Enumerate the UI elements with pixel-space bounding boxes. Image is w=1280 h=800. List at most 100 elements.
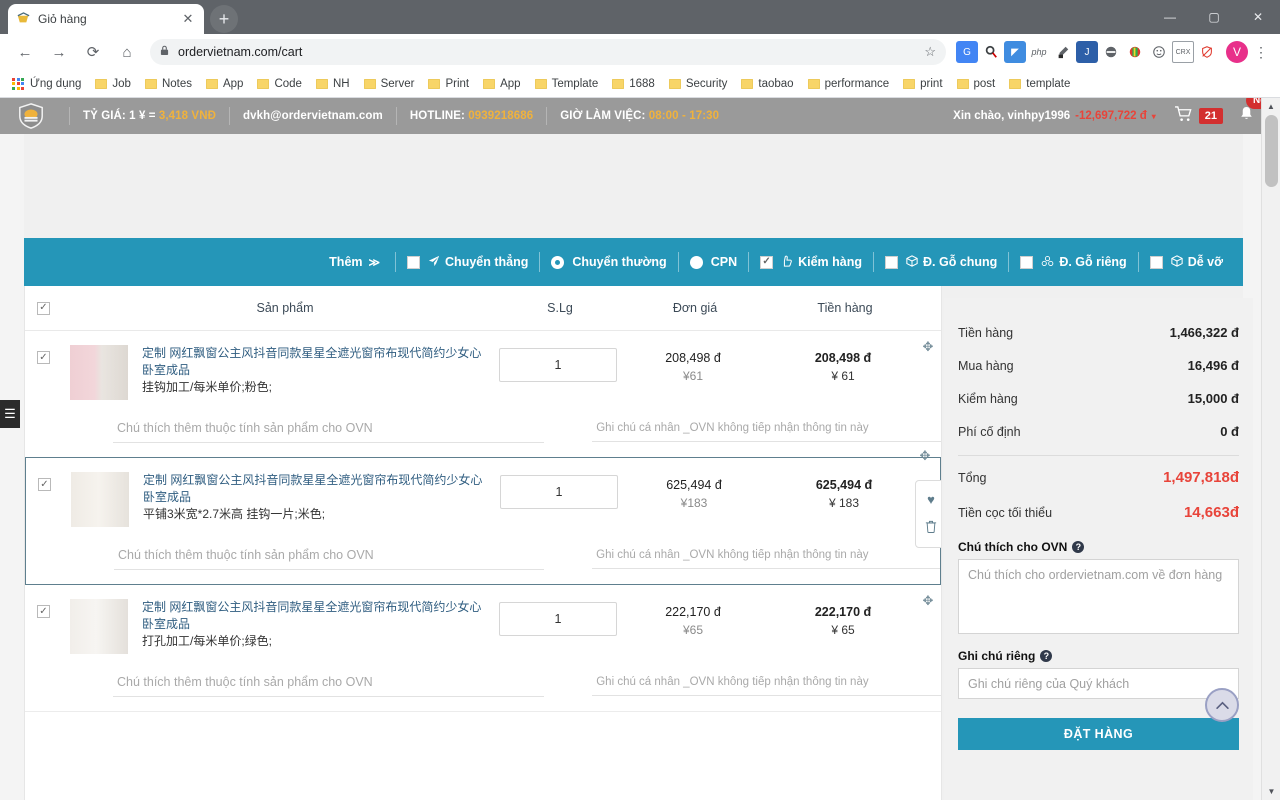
back-icon[interactable]: ←	[11, 38, 39, 66]
window-close-icon[interactable]: ✕	[1236, 0, 1280, 34]
search-lens-icon[interactable]	[980, 41, 1002, 63]
minimize-icon[interactable]: —	[1148, 0, 1192, 34]
scroll-down-icon[interactable]: ▼	[1262, 783, 1280, 800]
browser-menu-icon[interactable]: ⋮	[1250, 44, 1272, 61]
home-icon[interactable]: ⌂	[113, 38, 141, 66]
bookmark-app-2[interactable]: App	[477, 76, 526, 92]
ovn-note-input[interactable]	[113, 672, 545, 697]
bookmark-post[interactable]: post	[951, 76, 1002, 92]
private-note-input[interactable]	[592, 546, 940, 569]
white-curtain-thumbnail[interactable]	[71, 472, 129, 527]
ship-option-cpn[interactable]: CPN	[689, 255, 737, 269]
ship-option-kiem-hang[interactable]: ✓ Kiểm hàng	[760, 255, 862, 270]
maximize-icon[interactable]: ▢	[1192, 0, 1236, 34]
grammarly-icon[interactable]: ◤	[1004, 41, 1026, 63]
crx-icon[interactable]: CRX	[1172, 41, 1194, 63]
ship-option-de-vo[interactable]: Dễ vỡ	[1149, 254, 1223, 270]
checkbox[interactable]	[1149, 255, 1163, 269]
adblock-icon[interactable]	[1100, 41, 1122, 63]
ovn-note-input[interactable]	[114, 545, 545, 570]
emoji-icon[interactable]	[1148, 41, 1170, 63]
bookmark-apps[interactable]: Ứng dụng	[6, 76, 87, 92]
bookmark-server[interactable]: Server	[358, 76, 421, 92]
ovn-note-input[interactable]	[113, 418, 545, 443]
product-title[interactable]: 定制 网红飘窗公主风抖音同款星星全遮光窗帘布现代简约少女心卧室成品	[143, 472, 489, 506]
translate-icon[interactable]: G	[956, 41, 978, 63]
php-icon[interactable]: php	[1028, 41, 1050, 63]
close-icon[interactable]: ✕	[180, 11, 196, 27]
shield-off-icon[interactable]	[1196, 41, 1218, 63]
drag-handle-icon[interactable]: ✥	[915, 446, 935, 466]
private-note-input[interactable]	[958, 668, 1239, 699]
bookmark-app[interactable]: App	[200, 76, 249, 92]
address-bar[interactable]: ordervietnam.com/cart ☆	[150, 39, 946, 65]
page-scrollbar[interactable]: ▲ ▼	[1261, 98, 1280, 800]
bookmark-notes[interactable]: Notes	[139, 76, 198, 92]
quantity-input[interactable]	[500, 475, 618, 509]
checkbox[interactable]	[885, 255, 899, 269]
bookmark-template-2[interactable]: template	[1003, 76, 1076, 92]
ship-option-chuyen-thuong[interactable]: Chuyển thường	[551, 255, 667, 269]
row-checkbox[interactable]: ✓	[37, 605, 50, 618]
bookmark-print-2[interactable]: print	[897, 76, 948, 92]
color-picker-icon[interactable]	[1052, 41, 1074, 63]
product-title[interactable]: 定制 网红飘窗公主风抖音同款星星全遮光窗帘布现代简约少女心卧室成品	[142, 345, 488, 379]
bookmark-security[interactable]: Security	[663, 76, 734, 92]
checkbox[interactable]	[407, 255, 421, 269]
rainbow-icon[interactable]	[1124, 41, 1146, 63]
favorite-icon[interactable]: ♥	[927, 492, 935, 507]
radio-button[interactable]	[551, 255, 565, 269]
row-checkbox[interactable]: ✓	[37, 351, 50, 364]
drag-handle-icon[interactable]: ✥	[918, 337, 938, 357]
sheer-curtain-thumbnail[interactable]	[70, 599, 128, 654]
radio-button[interactable]	[689, 255, 703, 269]
scrollbar-thumb[interactable]	[1265, 115, 1278, 187]
new-tab-button[interactable]: +	[210, 5, 238, 33]
table-row[interactable]: ✥ ✓ 定制 网红飘窗公主风抖音同款星星全遮光窗帘布现代简约少女心卧室成品 打孔…	[25, 585, 941, 712]
shield-logo[interactable]	[14, 101, 48, 131]
quantity-input[interactable]	[499, 602, 617, 636]
notifications-button[interactable]: New	[1239, 98, 1280, 126]
select-all-checkbox[interactable]: ✓	[37, 301, 50, 315]
cart-button[interactable]: 21	[1174, 105, 1223, 127]
table-row[interactable]: ✥ ✓ 定制 网红飘窗公主风抖音同款星星全遮光窗帘布现代简约少女心卧室成品 挂钩…	[25, 331, 941, 458]
more-options-button[interactable]: Thêm ≫	[329, 255, 380, 269]
bookmark-nh[interactable]: NH	[310, 76, 356, 92]
json-icon[interactable]: J	[1076, 41, 1098, 63]
forward-icon[interactable]: →	[45, 38, 73, 66]
profile-avatar[interactable]: V	[1226, 41, 1248, 63]
ship-option-do-go-rieng[interactable]: Đ. Gỗ riêng	[1020, 255, 1127, 270]
support-email[interactable]: dvkh@ordervietnam.com	[243, 110, 383, 122]
delete-icon[interactable]	[925, 520, 937, 536]
ship-option-do-go-chung[interactable]: Đ. Gỗ chung	[885, 254, 997, 270]
pink-curtain-thumbnail[interactable]	[70, 345, 128, 400]
bookmark-taobao[interactable]: taobao	[735, 76, 799, 92]
private-note-input[interactable]	[592, 419, 941, 442]
place-order-button[interactable]: ĐẶT HÀNG	[958, 718, 1239, 750]
quantity-input[interactable]	[499, 348, 617, 382]
bookmark-print[interactable]: Print	[422, 76, 475, 92]
bookmark-1688[interactable]: 1688	[606, 76, 661, 92]
drag-handle-icon[interactable]: ✥	[918, 591, 938, 611]
ship-option-chuyen-thang[interactable]: Chuyển thẳng	[407, 255, 528, 270]
user-greeting[interactable]: Xin chào, vinhpy1996	[953, 110, 1070, 122]
help-icon[interactable]: ?	[1072, 541, 1085, 553]
left-drawer-toggle[interactable]: ☰	[0, 400, 20, 428]
chevron-up-icon[interactable]	[1205, 688, 1239, 722]
checkbox[interactable]	[1020, 255, 1034, 269]
private-note-input[interactable]	[592, 673, 941, 696]
bookmark-performance[interactable]: performance	[802, 76, 896, 92]
table-row[interactable]: ✥ ♥ ✓ 定制 网红飘窗公主风抖音同款星星全遮光窗帘布现代简约少女心卧室成品 …	[25, 448, 941, 585]
bookmark-star-icon[interactable]: ☆	[924, 44, 936, 60]
checkbox[interactable]: ✓	[760, 255, 774, 269]
bookmark-template[interactable]: Template	[529, 76, 605, 92]
scroll-up-icon[interactable]: ▲	[1262, 98, 1280, 115]
ovn-note-textarea[interactable]	[958, 559, 1239, 634]
chevron-down-icon[interactable]: ▾	[1152, 112, 1156, 121]
reload-icon[interactable]: ⟳	[79, 38, 107, 66]
bookmark-job[interactable]: Job	[89, 76, 137, 92]
help-icon[interactable]: ?	[1040, 650, 1053, 662]
row-checkbox[interactable]: ✓	[38, 478, 51, 491]
browser-tab-cart[interactable]: Giỏ hàng ✕	[8, 4, 204, 34]
product-title[interactable]: 定制 网红飘窗公主风抖音同款星星全遮光窗帘布现代简约少女心卧室成品	[142, 599, 488, 633]
